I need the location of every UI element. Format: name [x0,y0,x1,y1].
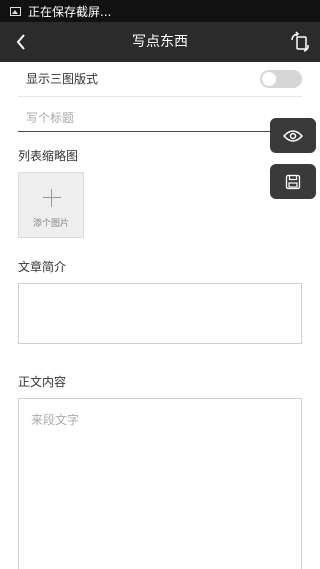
save-icon [285,174,301,189]
summary-label: 文章简介 [18,260,67,274]
body-textarea[interactable] [18,398,302,569]
thumbnail-label: 列表缩略图 [18,149,79,163]
switch-orientation-icon [291,31,309,52]
image-icon [10,6,21,16]
nav-bar: 写点东西 [0,22,320,62]
body-label: 正文内容 [18,375,67,389]
three-image-layout-row: 显示三图版式 [18,62,302,97]
status-text: 正在保存截屏... [28,4,112,19]
page-title: 写点东西 [132,34,188,50]
eye-icon [283,129,303,142]
preview-button[interactable] [270,118,316,153]
add-image-button[interactable]: 添个图片 [18,172,84,238]
switch-orientation-button[interactable] [286,28,314,56]
three-image-layout-label: 显示三图版式 [26,72,99,86]
toggle-knob [262,72,276,86]
summary-textarea[interactable] [18,283,302,344]
title-input[interactable] [18,104,302,132]
plus-icon [43,189,61,207]
status-bar: 正在保存截屏... [0,0,320,22]
add-image-label: 添个图片 [32,219,69,229]
three-image-layout-toggle[interactable] [260,70,302,88]
save-button[interactable] [270,164,316,199]
